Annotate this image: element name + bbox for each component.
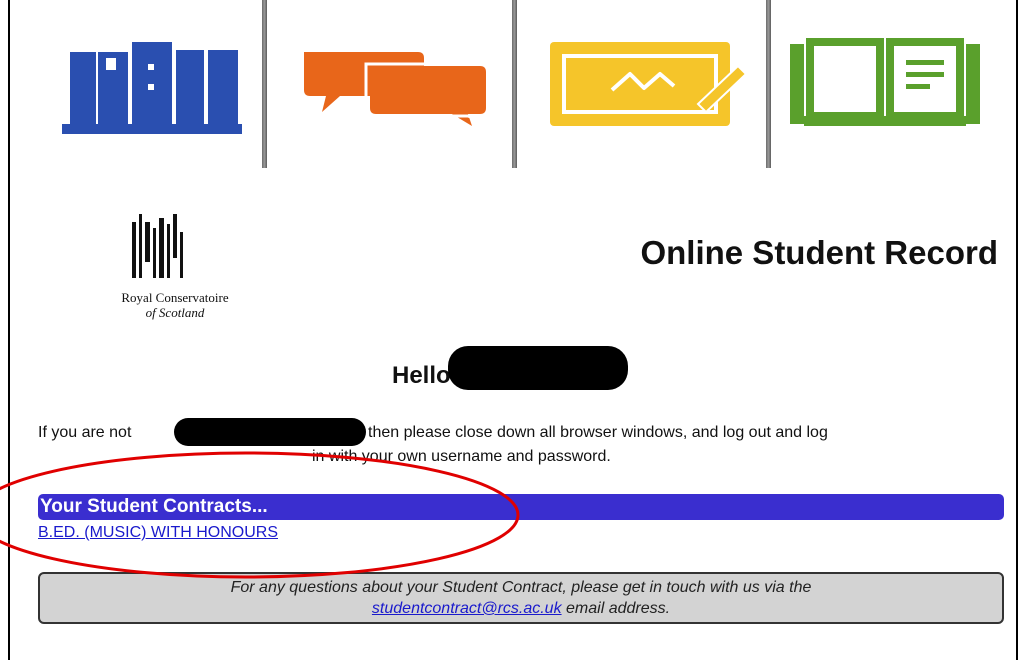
tablet-pen-icon [550, 42, 748, 126]
info-line2: studentcontract@rcs.ac.uk email address. [40, 598, 1002, 619]
contract-info-box: For any questions about your Student Con… [38, 572, 1004, 624]
page-title: Online Student Record [640, 234, 998, 271]
greeting-prefix: Hello [392, 362, 451, 389]
contracts-heading-bar: Your Student Contracts... [38, 494, 1004, 520]
logo-text-line1: Royal Conservatoire [121, 290, 229, 305]
banner-divider [262, 0, 267, 168]
notice-part3: in with your own username and password. [312, 448, 611, 465]
header-banner [10, 0, 1010, 170]
banner-divider [512, 0, 517, 168]
bookshelf-icon [62, 42, 242, 134]
rcs-logo-mark [132, 214, 183, 278]
info-line2-suffix: email address. [561, 600, 671, 617]
banner-divider [766, 0, 771, 168]
info-line1: For any questions about your Student Con… [230, 579, 812, 596]
notice-part2: then please close down all browser windo… [368, 424, 828, 441]
contract-link-bed-music[interactable]: B.ED. (MUSIC) WITH HONOURS [38, 524, 278, 542]
open-book-icon [790, 38, 980, 126]
logo-text-line2: of Scotland [145, 305, 205, 320]
speech-bubbles-icon [304, 52, 490, 126]
redacted-name [448, 346, 628, 390]
contract-email-link[interactable]: studentcontract@rcs.ac.uk [372, 600, 562, 617]
redacted-name [174, 418, 366, 446]
notice-part1: If you are not [38, 424, 132, 441]
rcs-logo: Royal Conservatoire of Scotland [70, 214, 280, 334]
